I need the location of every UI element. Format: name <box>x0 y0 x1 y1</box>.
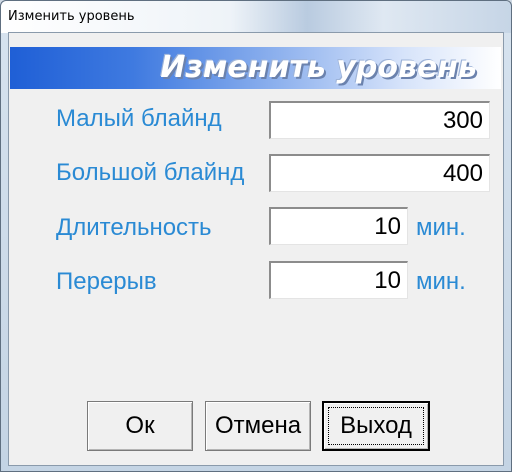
small-blind-input[interactable]: 300 <box>269 101 490 139</box>
title-bar[interactable]: Изменить уровень <box>1 1 511 33</box>
break-input[interactable]: 10 <box>269 261 408 299</box>
duration-input[interactable]: 10 <box>269 207 408 245</box>
ok-button[interactable]: Ок <box>87 401 193 451</box>
cancel-button-label: Отмена <box>214 412 302 439</box>
duration-label: Длительность <box>56 214 212 241</box>
exit-button[interactable]: Выход <box>322 401 430 451</box>
header-banner: Изменить уровень <box>10 47 501 89</box>
break-unit: мин. <box>416 268 466 295</box>
window-title: Изменить уровень <box>8 9 135 24</box>
big-blind-input[interactable]: 400 <box>269 154 490 192</box>
dialog-body: Изменить уровень Малый блайнд 300 Большо… <box>8 32 504 466</box>
small-blind-label: Малый блайнд <box>56 105 222 132</box>
duration-unit: мин. <box>416 214 466 241</box>
break-label: Перерыв <box>56 268 157 295</box>
ok-button-label: Ок <box>125 412 155 439</box>
dialog-window: Изменить уровень Изменить уровень Малый … <box>0 0 512 472</box>
focus-rectangle <box>328 407 424 445</box>
cancel-button[interactable]: Отмена <box>205 401 311 451</box>
banner-title: Изменить уровень <box>160 50 477 85</box>
big-blind-label: Большой блайнд <box>56 159 245 186</box>
